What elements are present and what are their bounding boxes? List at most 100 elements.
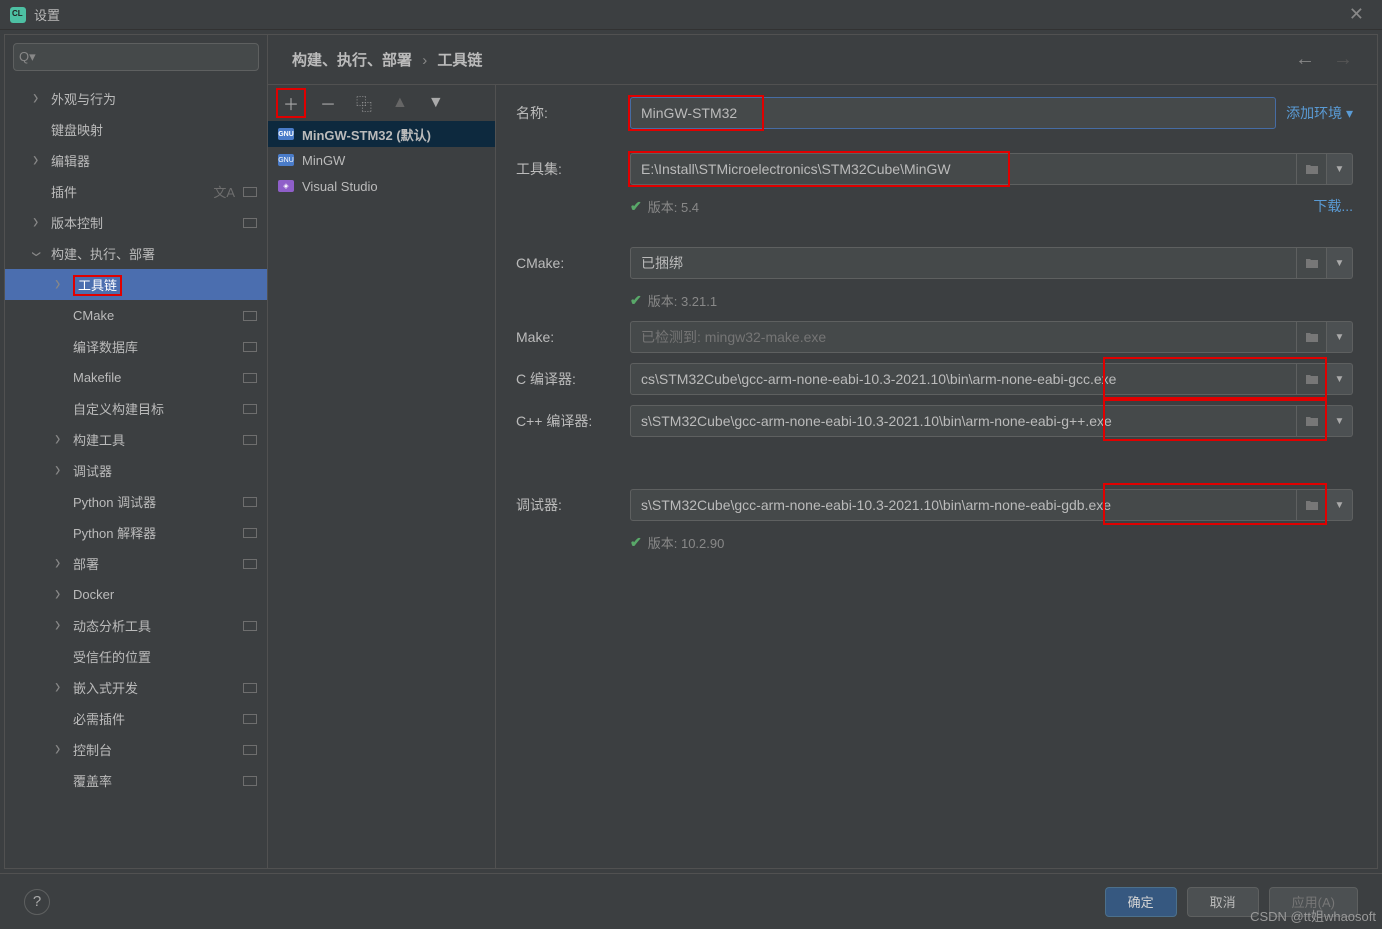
cpp-compiler-dropdown[interactable]: ▼ xyxy=(1327,405,1353,437)
search-input[interactable] xyxy=(13,43,259,71)
app-icon xyxy=(10,7,26,23)
sidebar-item-9[interactable]: Makefile xyxy=(5,362,267,393)
name-input[interactable] xyxy=(630,97,1276,129)
toolset-version: 版本: 5.4 xyxy=(648,197,699,216)
breadcrumb-sep: › xyxy=(422,52,427,69)
sidebar-item-13[interactable]: Python 调试器 xyxy=(5,486,267,517)
forward-button[interactable]: → xyxy=(1333,48,1353,71)
sidebar-item-14[interactable]: Python 解释器 xyxy=(5,517,267,548)
sidebar-item-label: 构建工具 xyxy=(73,430,125,449)
sidebar-item-3[interactable]: 插件文A xyxy=(5,176,267,207)
close-button[interactable]: ✕ xyxy=(1341,0,1372,29)
debugger-browse-button[interactable] xyxy=(1297,489,1327,521)
sidebar-item-label: 键盘映射 xyxy=(51,120,103,139)
sidebar-item-label: 插件 xyxy=(51,182,77,201)
settings-tree: 外观与行为键盘映射编辑器插件文A版本控制构建、执行、部署工具链CMake 编译数据… xyxy=(5,79,267,868)
sidebar-item-12[interactable]: 调试器 xyxy=(5,455,267,486)
back-button[interactable]: ← xyxy=(1295,48,1315,71)
sidebar-item-2[interactable]: 编辑器 xyxy=(5,145,267,176)
sidebar-item-label: 外观与行为 xyxy=(51,89,116,108)
project-badge-icon xyxy=(243,311,257,321)
sidebar-item-label: 嵌入式开发 xyxy=(73,678,138,697)
sidebar-item-label: 部署 xyxy=(73,554,99,573)
cmake-dropdown[interactable]: ▼ xyxy=(1327,247,1353,279)
sidebar-item-label: 编译数据库 xyxy=(73,337,138,356)
sidebar-item-16[interactable]: Docker xyxy=(5,579,267,610)
check-icon: ✔ xyxy=(630,534,642,551)
toolset-input[interactable] xyxy=(630,153,1297,185)
add-toolchain-button[interactable]: ＋ xyxy=(276,88,306,118)
project-badge-icon xyxy=(243,745,257,755)
cpp-compiler-input[interactable] xyxy=(630,405,1297,437)
project-badge-icon xyxy=(243,714,257,724)
project-badge-icon xyxy=(243,404,257,414)
sidebar-item-20[interactable]: 必需插件 xyxy=(5,703,267,734)
cmake-version: 版本: 3.21.1 xyxy=(648,291,717,310)
toolchain-item-label: MinGW-STM32 (默认) xyxy=(302,125,431,144)
make-browse-button[interactable] xyxy=(1297,321,1327,353)
check-icon: ✔ xyxy=(630,292,642,309)
project-badge-icon xyxy=(243,528,257,538)
project-badge-icon xyxy=(243,621,257,631)
sidebar-item-21[interactable]: 控制台 xyxy=(5,734,267,765)
sidebar-item-10[interactable]: 自定义构建目标 xyxy=(5,393,267,424)
remove-toolchain-button[interactable]: － xyxy=(314,89,342,117)
sidebar-item-7[interactable]: CMake xyxy=(5,300,267,331)
make-dropdown[interactable]: ▼ xyxy=(1327,321,1353,353)
toolset-browse-button[interactable] xyxy=(1297,153,1327,185)
project-badge-icon xyxy=(243,187,257,197)
c-compiler-dropdown[interactable]: ▼ xyxy=(1327,363,1353,395)
add-environment-link[interactable]: 添加环境 ▾ xyxy=(1286,103,1353,123)
cancel-button[interactable]: 取消 xyxy=(1187,887,1259,917)
sidebar-item-19[interactable]: 嵌入式开发 xyxy=(5,672,267,703)
make-label: Make: xyxy=(516,329,620,345)
ok-button[interactable]: 确定 xyxy=(1105,887,1177,917)
sidebar-item-15[interactable]: 部署 xyxy=(5,548,267,579)
sidebar-item-label: 编辑器 xyxy=(51,151,90,170)
c-compiler-input[interactable] xyxy=(630,363,1297,395)
toolchain-item-label: MinGW xyxy=(302,153,345,168)
toolchain-item-0[interactable]: GNU MinGW-STM32 (默认) xyxy=(268,121,495,147)
move-up-button[interactable]: ▲ xyxy=(386,92,414,114)
sidebar-item-1[interactable]: 键盘映射 xyxy=(5,114,267,145)
titlebar: 设置 ✕ xyxy=(0,0,1382,30)
check-icon: ✔ xyxy=(630,198,642,215)
sidebar-item-18[interactable]: 受信任的位置 xyxy=(5,641,267,672)
debugger-input[interactable] xyxy=(630,489,1297,521)
toolchain-item-1[interactable]: GNU MinGW xyxy=(268,147,495,173)
sidebar-item-5[interactable]: 构建、执行、部署 xyxy=(5,238,267,269)
gnu-icon: GNU xyxy=(278,154,294,166)
cpp-compiler-label: C++ 编译器: xyxy=(516,411,620,431)
toolchain-list: GNU MinGW-STM32 (默认) GNU MinGW ◈Visual Studi… xyxy=(268,121,495,868)
sidebar-item-17[interactable]: 动态分析工具 xyxy=(5,610,267,641)
toolchain-item-2[interactable]: ◈Visual Studio xyxy=(268,173,495,199)
move-down-button[interactable]: ▼ xyxy=(422,92,450,114)
toolset-dropdown[interactable]: ▼ xyxy=(1327,153,1353,185)
help-button[interactable]: ? xyxy=(24,889,50,915)
sidebar-item-8[interactable]: 编译数据库 xyxy=(5,331,267,362)
sidebar-item-6[interactable]: 工具链 xyxy=(5,269,267,300)
c-compiler-browse-button[interactable] xyxy=(1297,363,1327,395)
c-compiler-label: C 编译器: xyxy=(516,369,620,389)
download-link[interactable]: 下载... xyxy=(1313,196,1353,216)
debugger-label: 调试器: xyxy=(516,495,620,515)
cmake-input[interactable] xyxy=(630,247,1297,279)
sidebar-item-label: 受信任的位置 xyxy=(73,647,151,666)
cmake-browse-button[interactable] xyxy=(1297,247,1327,279)
debugger-dropdown[interactable]: ▼ xyxy=(1327,489,1353,521)
toolchain-form: 名称: 添加环境 ▾ 工具集: xyxy=(496,85,1377,868)
cpp-compiler-browse-button[interactable] xyxy=(1297,405,1327,437)
sidebar-item-22[interactable]: 覆盖率 xyxy=(5,765,267,796)
watermark: CSDN @tt姐whaosoft xyxy=(1250,906,1376,925)
copy-toolchain-button[interactable]: ⿻ xyxy=(350,89,378,117)
sidebar-item-4[interactable]: 版本控制 xyxy=(5,207,267,238)
sidebar-item-label: Python 解释器 xyxy=(73,523,156,542)
sidebar-item-11[interactable]: 构建工具 xyxy=(5,424,267,455)
gnu-icon: GNU xyxy=(278,128,294,140)
make-input[interactable] xyxy=(630,321,1297,353)
sidebar-item-0[interactable]: 外观与行为 xyxy=(5,83,267,114)
search-icon: Q▾ xyxy=(19,49,36,65)
project-badge-icon xyxy=(243,218,257,228)
sidebar-item-label: 控制台 xyxy=(73,740,112,759)
breadcrumb-part2: 工具链 xyxy=(437,52,482,69)
